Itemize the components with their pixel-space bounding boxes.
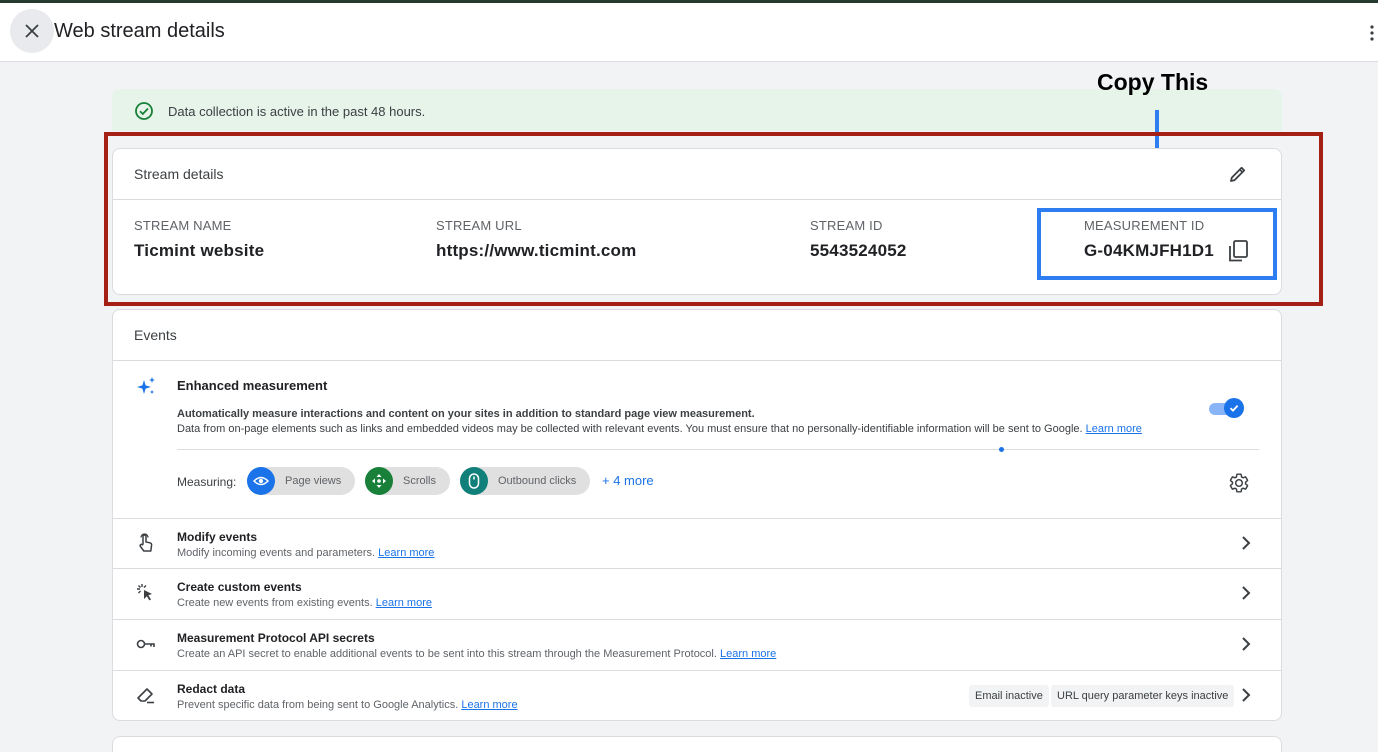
learn-more-link[interactable]: Learn more — [376, 597, 432, 609]
learn-more-link[interactable]: Learn more — [720, 648, 776, 660]
next-section-card — [112, 736, 1282, 752]
toggle-knob — [1224, 398, 1244, 418]
mouse-icon — [460, 467, 488, 495]
row-title: Modify events — [177, 530, 258, 544]
row-modify-events[interactable]: Modify events Modify incoming events and… — [113, 518, 1281, 569]
chip-label: Outbound clicks — [498, 475, 577, 487]
events-card: Events Enhanced measurement Automaticall… — [112, 309, 1282, 721]
enhanced-measurement-desc-text: Data from on-page elements such as links… — [177, 423, 1083, 435]
more-measurements-link[interactable]: + 4 more — [602, 473, 654, 488]
eraser-icon — [137, 688, 154, 704]
learn-more-link[interactable]: Learn more — [461, 699, 517, 711]
row-description: Prevent specific data from being sent to… — [177, 699, 518, 711]
close-icon — [25, 24, 39, 38]
row-desc-text: Prevent specific data from being sent to… — [177, 699, 459, 711]
row-description: Create new events from existing events. … — [177, 597, 432, 609]
check-circle-icon — [135, 102, 153, 120]
chip-page-views[interactable]: Page views — [247, 467, 356, 495]
enhanced-measurement-toggle[interactable] — [1209, 398, 1245, 418]
row-desc-text: Create new events from existing events. — [177, 597, 373, 609]
chevron-right-icon — [1242, 637, 1251, 651]
row-description: Create an API secret to enable additiona… — [177, 648, 776, 660]
measurement-id-highlight — [1037, 208, 1277, 280]
page-header: Web stream details — [0, 3, 1378, 62]
sparkle-icon — [137, 377, 155, 394]
row-redact-data[interactable]: Redact data Prevent specific data from b… — [113, 670, 1281, 721]
check-icon — [1229, 404, 1239, 412]
events-header: Events — [113, 310, 1281, 361]
enhanced-divider — [177, 449, 1259, 450]
eye-icon — [247, 467, 275, 495]
banner-text: Data collection is active in the past 48… — [168, 104, 426, 119]
chevron-right-icon — [1242, 688, 1251, 702]
key-icon — [136, 639, 155, 649]
enhanced-measurement-description: Data from on-page elements such as links… — [177, 423, 1142, 435]
row-create-custom-events[interactable]: Create custom events Create new events f… — [113, 568, 1281, 619]
cursor-click-icon — [137, 584, 152, 601]
enhanced-measurement-title: Enhanced measurement — [177, 378, 328, 393]
email-status-badge: Email inactive — [969, 685, 1049, 707]
row-measurement-protocol[interactable]: Measurement Protocol API secrets Create … — [113, 619, 1281, 670]
row-desc-text: Modify incoming events and parameters. — [177, 547, 376, 559]
url-params-status-badge: URL query parameter keys inactive — [1051, 685, 1235, 707]
enhanced-measurement-summary: Automatically measure interactions and c… — [177, 408, 755, 420]
chip-outbound-clicks[interactable]: Outbound clicks — [460, 467, 591, 495]
enhanced-learn-more-link[interactable]: Learn more — [1086, 423, 1142, 435]
move-arrows-icon — [365, 467, 393, 495]
events-title: Events — [134, 327, 177, 343]
measuring-label: Measuring: — [177, 475, 237, 489]
touch-hand-icon — [139, 533, 153, 552]
page-title: Web stream details — [54, 20, 225, 42]
learn-more-link[interactable]: Learn more — [378, 547, 434, 559]
chip-label: Scrolls — [403, 475, 437, 487]
gear-icon[interactable] — [1228, 472, 1250, 494]
row-title: Create custom events — [177, 580, 302, 594]
chevron-right-icon — [1242, 536, 1251, 550]
copy-this-annotation: Copy This — [1097, 69, 1209, 95]
close-button[interactable] — [10, 9, 54, 53]
row-desc-text: Create an API secret to enable additiona… — [177, 648, 717, 660]
scroll-indicator-dot — [999, 447, 1004, 452]
chip-scrolls[interactable]: Scrolls — [365, 467, 451, 495]
row-description: Modify incoming events and parameters. L… — [177, 547, 434, 559]
more-vert-icon — [1370, 25, 1374, 41]
row-title: Redact data — [177, 682, 246, 696]
more-options-button[interactable] — [1366, 21, 1378, 45]
chevron-right-icon — [1242, 586, 1251, 600]
chip-label: Page views — [285, 475, 342, 487]
row-title: Measurement Protocol API secrets — [177, 631, 375, 645]
